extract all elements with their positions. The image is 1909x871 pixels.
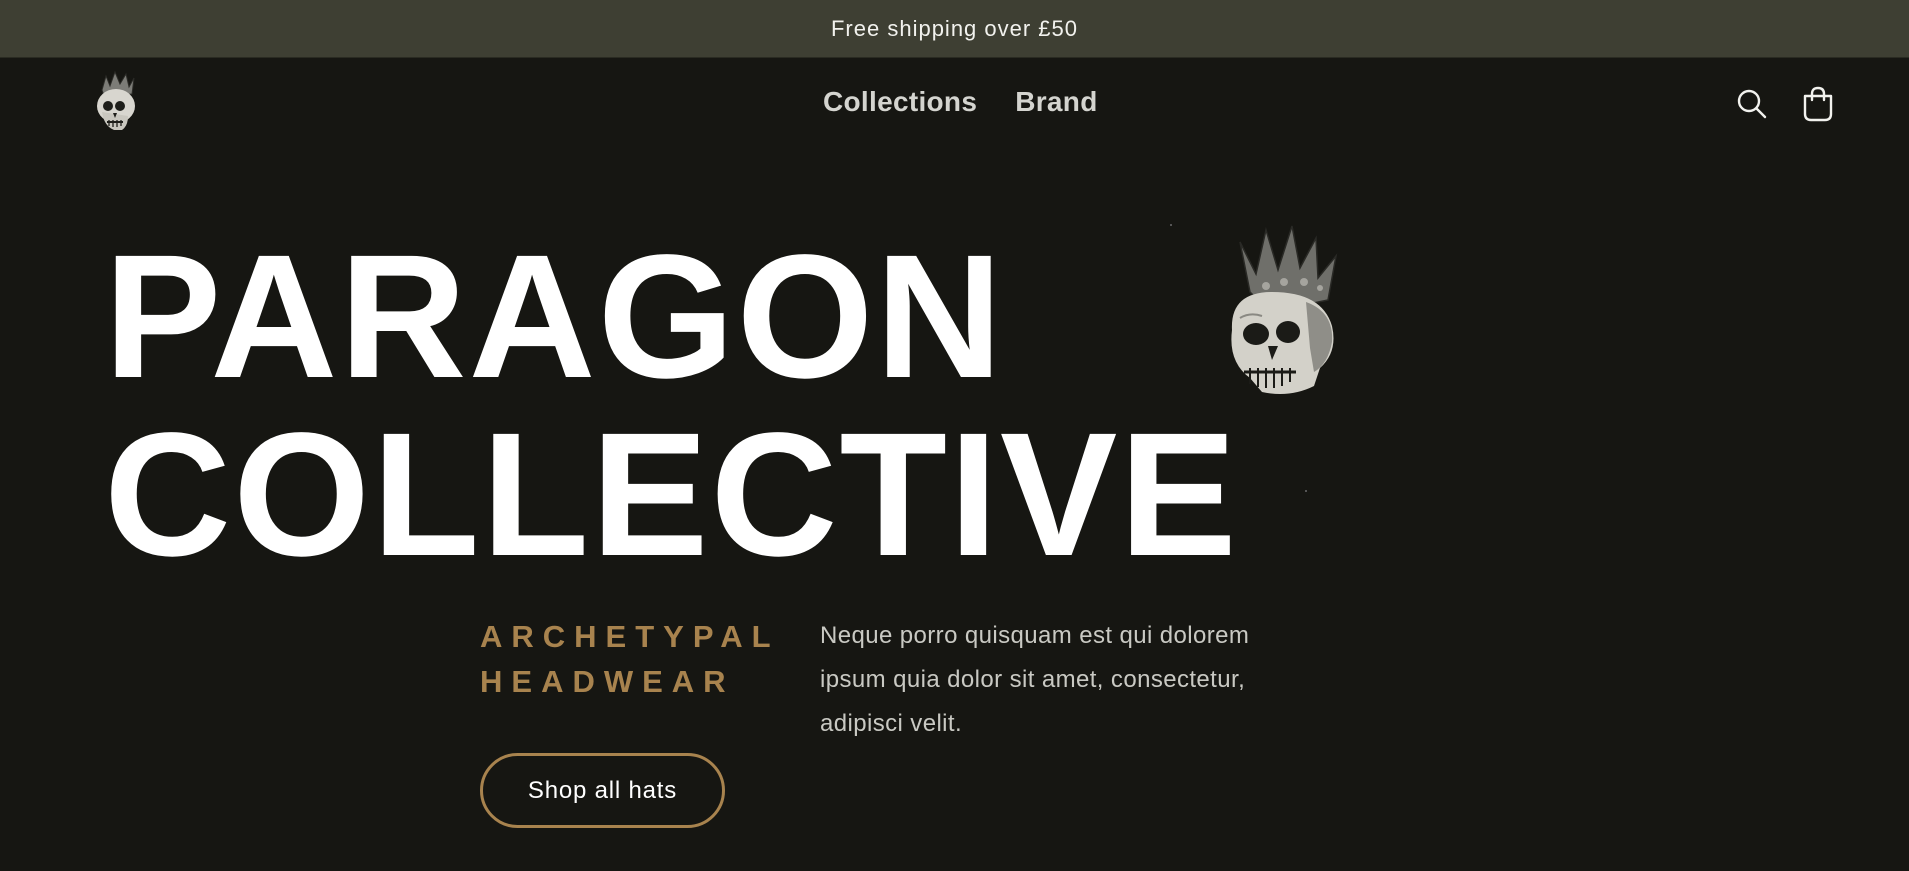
hero-title: PARAGON COLLECTIVE (104, 228, 1239, 584)
hero-title-line1: PARAGON (104, 219, 1005, 415)
crowned-skull-icon (1210, 222, 1362, 398)
main-nav: Collections Brand (823, 86, 1098, 118)
hero-title-line2: COLLECTIVE (104, 397, 1239, 593)
decorative-dot (1170, 224, 1172, 226)
cart-bag-icon[interactable] (1796, 82, 1840, 126)
nav-brand[interactable]: Brand (1015, 86, 1097, 118)
announcement-bar: Free shipping over £50 (0, 0, 1909, 58)
hero-subtitle: ARCHETYPAL HEADWEAR (480, 614, 780, 704)
nav-collections[interactable]: Collections (823, 86, 977, 118)
site-header: Collections Brand (0, 58, 1909, 150)
announcement-text: Free shipping over £50 (830, 15, 1079, 41)
search-icon[interactable] (1730, 82, 1774, 126)
hero-subtitle-line1: ARCHETYPAL (480, 619, 780, 654)
crowned-skull-icon[interactable] (88, 68, 146, 134)
decorative-dot (1305, 490, 1307, 492)
hero-subtitle-line2: HEADWEAR (480, 664, 735, 699)
shop-all-hats-button[interactable]: Shop all hats (480, 753, 725, 828)
hero-description: Neque porro quisquam est qui dolorem ips… (820, 622, 1250, 737)
